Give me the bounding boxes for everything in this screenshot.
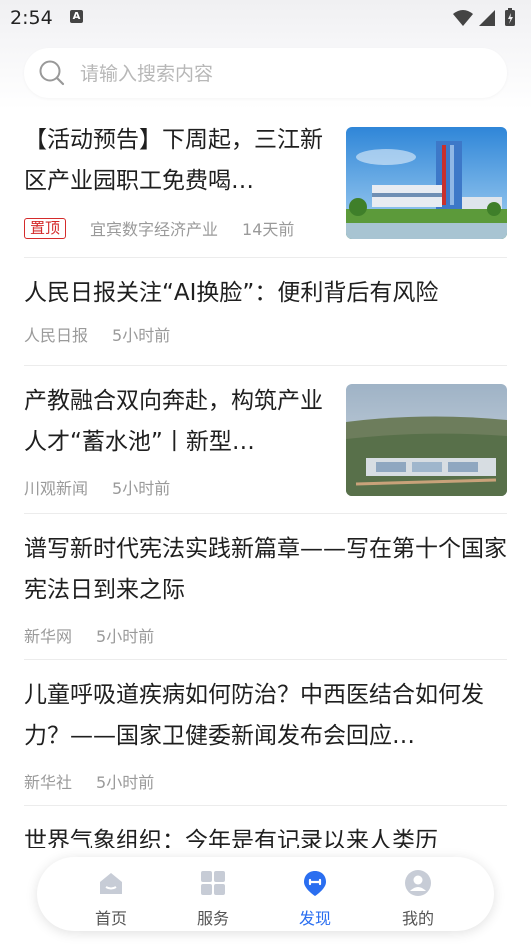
news-item[interactable]: 世界气象组织：今年是有记录以来人类历 bbox=[24, 805, 507, 848]
tab-label: 我的 bbox=[401, 909, 434, 928]
status-time: 2:54 bbox=[10, 7, 53, 29]
news-title[interactable]: 谱写新时代宪法实践新篇章——写在第十个国家宪法日到来之际 bbox=[24, 529, 507, 611]
search-box[interactable] bbox=[24, 48, 507, 100]
news-meta: 新华网 5小时前 bbox=[24, 623, 507, 647]
news-time: 5小时前 bbox=[96, 627, 155, 646]
notification-icon: A bbox=[70, 10, 83, 23]
status-icons bbox=[453, 8, 515, 26]
news-title[interactable]: 人民日报关注“AI换脸”：便利背后有风险 bbox=[24, 273, 507, 314]
tab-discover[interactable]: 发现 bbox=[275, 857, 355, 931]
home-icon bbox=[100, 873, 122, 894]
news-title[interactable]: 【活动预告】下周起，三江新区产业园职工免费喝… bbox=[24, 120, 324, 202]
search-icon bbox=[39, 60, 65, 86]
news-item[interactable]: 人民日报关注“AI换脸”：便利背后有风险 人民日报 5小时前 bbox=[24, 257, 507, 366]
news-meta: 人民日报 5小时前 bbox=[24, 322, 507, 346]
wifi-icon bbox=[453, 10, 473, 26]
news-source: 新华社 bbox=[24, 773, 73, 792]
profile-icon bbox=[405, 870, 431, 896]
tab-services[interactable]: 服务 bbox=[173, 857, 253, 931]
bottom-tab-bar: 首页 服务 发现 我的 bbox=[37, 857, 494, 931]
tab-profile[interactable]: 我的 bbox=[378, 857, 458, 931]
news-feed[interactable]: 【活动预告】下周起，三江新区产业园职工免费喝… 置顶 宜宾数字经济产业 14天前 bbox=[0, 110, 531, 848]
news-title[interactable]: 儿童呼吸道疾病如何防治？中西医结合如何发力？——国家卫健委新闻发布会回应… bbox=[24, 675, 507, 757]
news-item[interactable]: 【活动预告】下周起，三江新区产业园职工免费喝… 置顶 宜宾数字经济产业 14天前 bbox=[24, 120, 507, 258]
news-meta: 新华社 5小时前 bbox=[24, 769, 507, 793]
news-item[interactable]: 儿童呼吸道疾病如何防治？中西医结合如何发力？——国家卫健委新闻发布会回应… 新华… bbox=[24, 659, 507, 806]
news-source: 新华网 bbox=[24, 627, 73, 646]
discover-icon bbox=[304, 871, 326, 896]
tab-home[interactable]: 首页 bbox=[71, 857, 151, 931]
news-source: 川观新闻 bbox=[24, 479, 89, 498]
news-time: 5小时前 bbox=[96, 773, 155, 792]
news-time: 5小时前 bbox=[112, 479, 171, 498]
search-input[interactable] bbox=[78, 48, 482, 100]
news-item[interactable]: 谱写新时代宪法实践新篇章——写在第十个国家宪法日到来之际 新华网 5小时前 bbox=[24, 513, 507, 660]
pinned-badge: 置顶 bbox=[24, 217, 67, 239]
search-area bbox=[0, 36, 531, 110]
grid-icon bbox=[201, 871, 225, 895]
signal-icon bbox=[479, 10, 495, 26]
news-source: 人民日报 bbox=[24, 326, 89, 345]
aerial-town-image bbox=[346, 384, 507, 496]
tab-label: 首页 bbox=[94, 909, 127, 928]
city-building-image bbox=[346, 127, 507, 239]
status-bar: 2:54 A bbox=[0, 0, 531, 36]
tab-label: 发现 bbox=[298, 909, 331, 928]
tab-label: 服务 bbox=[196, 909, 229, 928]
news-source: 宜宾数字经济产业 bbox=[90, 220, 219, 239]
news-time: 5小时前 bbox=[112, 326, 171, 345]
news-title[interactable]: 产教融合双向奔赴，构筑产业人才“蓄水池”丨新型… bbox=[24, 381, 324, 463]
news-thumbnail[interactable] bbox=[346, 384, 507, 496]
news-time: 14天前 bbox=[242, 220, 295, 239]
news-thumbnail[interactable] bbox=[346, 127, 507, 239]
news-item[interactable]: 产教融合双向奔赴，构筑产业人才“蓄水池”丨新型… 川观新闻 5小时前 bbox=[24, 365, 507, 514]
news-title[interactable]: 世界气象组织：今年是有记录以来人类历 bbox=[24, 821, 507, 848]
